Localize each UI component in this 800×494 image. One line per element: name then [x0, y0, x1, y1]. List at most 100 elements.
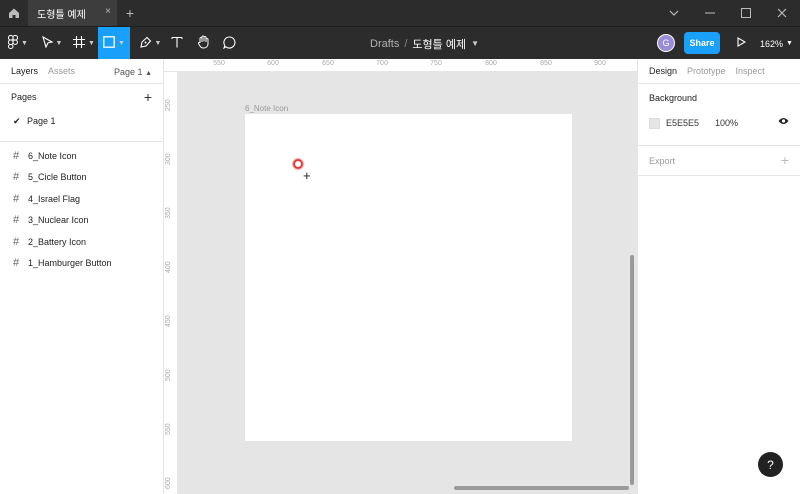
crosshair-cursor-icon: + [303, 168, 311, 183]
ruler-tick: 900 [594, 60, 606, 67]
background-hex-input[interactable]: E5E5E5 [666, 118, 715, 128]
layer-item[interactable]: #4_Israel Flag [0, 188, 163, 210]
background-color-swatch[interactable] [649, 117, 660, 129]
tab-design[interactable]: Design [649, 66, 677, 76]
file-tab[interactable]: 도형틀 예제 × [28, 0, 117, 26]
ruler-tick: 800 [485, 60, 497, 67]
comment-tool-button[interactable] [220, 27, 238, 60]
pen-icon [139, 36, 152, 52]
pages-section-header: Pages + [0, 84, 163, 110]
file-tab-title: 도형틀 예제 [37, 9, 86, 21]
ruler-tick: 250 [165, 99, 172, 111]
tab-assets[interactable]: Assets [48, 66, 75, 76]
checkmark-icon: ✔ [13, 115, 21, 126]
title-bar-spacer [143, 0, 656, 26]
layers-panel: Layers Assets Page 1 ▲ Pages + ✔ Page 1 … [0, 59, 164, 494]
export-heading: Export [649, 155, 676, 166]
zoom-menu[interactable]: 162% ▼ [760, 27, 793, 60]
main-menu-button[interactable]: ▼ [4, 27, 32, 60]
present-button[interactable] [733, 27, 749, 60]
frame-hash-icon: # [13, 257, 20, 270]
pen-tool-button[interactable]: ▼ [135, 27, 165, 60]
ruler-tick: 500 [165, 369, 172, 381]
shape-tool-button[interactable]: ▼ [98, 27, 130, 60]
frame-hash-icon: # [13, 192, 20, 205]
tab-layers[interactable]: Layers [11, 66, 38, 76]
breadcrumb-drafts-link[interactable]: Drafts [370, 38, 399, 50]
page-selector[interactable]: Page 1 ▲ [114, 67, 152, 77]
design-canvas[interactable]: 6_Note Icon + [178, 72, 637, 494]
move-tool-button[interactable]: ▼ [38, 27, 66, 60]
zoom-level: 162% [760, 38, 784, 49]
home-icon[interactable] [0, 0, 28, 26]
eye-icon[interactable] [778, 117, 789, 127]
ruler-tick: 700 [376, 60, 388, 67]
chevron-down-icon[interactable]: ▼ [471, 39, 479, 48]
tab-inspect[interactable]: Inspect [736, 66, 765, 76]
chevron-down-icon: ▼ [118, 40, 125, 47]
background-heading: Background [649, 93, 698, 103]
vertical-ruler: 250 300 350 400 450 500 550 600 [164, 72, 178, 494]
layer-item[interactable]: #2_Battery Icon [0, 231, 163, 253]
ruler-tick: 850 [540, 60, 552, 67]
ruler-tick: 350 [165, 207, 172, 219]
click-indicator [293, 159, 303, 169]
help-button[interactable]: ? [758, 452, 783, 477]
figma-logo-icon [8, 35, 19, 52]
chevron-down-icon[interactable] [656, 0, 692, 26]
ruler-tick: 300 [165, 153, 172, 165]
layer-item-label: 3_Nuclear Icon [28, 215, 89, 226]
layer-item-label: 4_Israel Flag [28, 193, 81, 204]
tab-prototype[interactable]: Prototype [687, 66, 726, 76]
right-panel-tabs: Design Prototype Inspect [638, 59, 800, 84]
ruler-tick: 450 [165, 315, 172, 327]
horizontal-scrollbar[interactable] [454, 486, 629, 490]
hand-icon [197, 35, 210, 52]
chevron-up-icon: ▲ [145, 70, 152, 77]
vertical-scrollbar[interactable] [630, 255, 634, 485]
file-name[interactable]: 도형틀 예제 [412, 36, 466, 52]
maximize-icon[interactable] [728, 0, 764, 26]
page-item[interactable]: ✔ Page 1 [0, 110, 163, 132]
horizontal-ruler: 550 600 650 700 750 800 850 900 [164, 59, 637, 72]
frame-label[interactable]: 6_Note Icon [245, 104, 288, 113]
layer-item-label: 6_Note Icon [28, 150, 77, 161]
layer-item[interactable]: #3_Nuclear Icon [0, 210, 163, 232]
new-tab-button[interactable]: + [117, 0, 143, 26]
properties-panel: Design Prototype Inspect Background E5E5… [637, 59, 800, 494]
chevron-down-icon: ▼ [786, 40, 793, 47]
close-tab-icon[interactable]: × [105, 6, 111, 17]
minimize-icon[interactable] [692, 0, 728, 26]
add-export-icon[interactable]: + [781, 152, 789, 168]
share-button[interactable]: Share [684, 32, 720, 54]
layer-list: #6_Note Icon #5_Cicle Button #4_Israel F… [0, 142, 163, 274]
hand-tool-button[interactable] [194, 27, 212, 60]
background-fill-row: E5E5E5 100% [638, 112, 800, 134]
chevron-down-icon: ▼ [55, 40, 63, 47]
layer-item[interactable]: #6_Note Icon [0, 145, 163, 167]
ruler-tick: 600 [267, 60, 279, 67]
chevron-down-icon: ▼ [154, 40, 162, 47]
layer-item[interactable]: #1_Hamburger Button [0, 253, 163, 275]
ruler-tick: 400 [165, 261, 172, 273]
ruler-tick: 550 [213, 60, 225, 67]
breadcrumb-separator: / [404, 37, 408, 50]
ruler-tick: 600 [165, 477, 172, 489]
left-panel-tabs: Layers Assets Page 1 ▲ [0, 59, 163, 84]
ruler-tick: 750 [430, 60, 442, 67]
text-tool-button[interactable] [168, 27, 186, 60]
frame-hash-icon: # [13, 235, 20, 248]
window-close-icon[interactable] [764, 0, 800, 26]
layer-item[interactable]: #5_Cicle Button [0, 167, 163, 189]
breadcrumb: Drafts / 도형틀 예제 ▼ [370, 27, 479, 60]
layer-item-label: 2_Battery Icon [28, 236, 87, 247]
ruler-tick: 550 [165, 423, 172, 435]
figma-app: 도형틀 예제 × + ▼ ▼ ▼ ▼ ▼ Drafts / 도형틀 예제 ▼ G… [0, 0, 800, 494]
move-pointer-icon [41, 35, 54, 51]
frame-tool-button[interactable]: ▼ [70, 27, 98, 60]
add-page-icon[interactable]: + [144, 89, 152, 105]
layer-item-label: 1_Hamburger Button [28, 258, 112, 269]
background-opacity-input[interactable]: 100% [715, 118, 738, 128]
page-selector-label: Page 1 [114, 67, 143, 77]
avatar[interactable]: G [657, 34, 675, 52]
